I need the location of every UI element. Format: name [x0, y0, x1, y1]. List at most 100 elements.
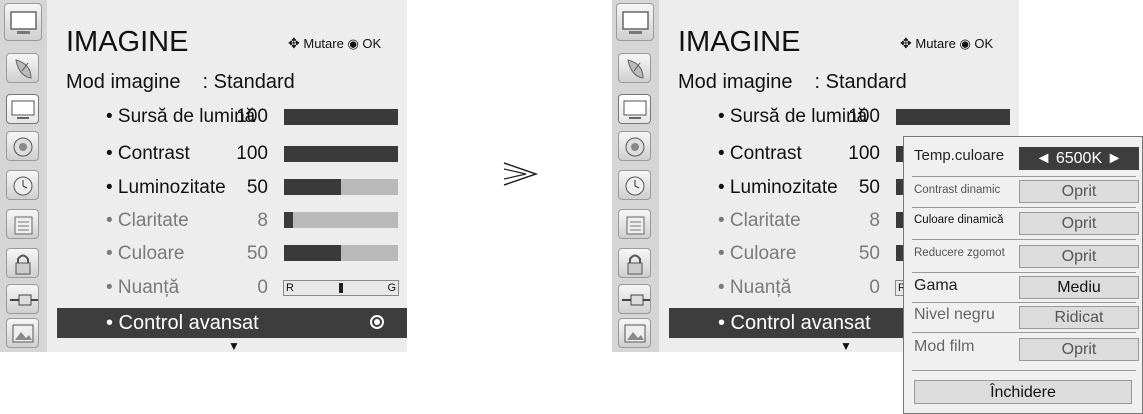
close-button[interactable]: Închidere: [914, 380, 1132, 404]
input-plug-icon[interactable]: [6, 284, 39, 314]
picture-icon[interactable]: [6, 94, 39, 124]
contrast-slider[interactable]: [284, 146, 398, 162]
clock-icon[interactable]: [618, 170, 651, 200]
sharpness-slider: [284, 212, 398, 228]
sharpness-value: 8: [257, 210, 268, 231]
advanced-control-label: • Control avansat: [718, 312, 871, 334]
tint-red-label: R: [286, 282, 294, 294]
dynamic-contrast-label: Contrast dinamic: [914, 184, 1001, 196]
menu-item-contrast[interactable]: • Contrast: [106, 143, 190, 165]
move-hint-label: Mutare: [915, 36, 956, 51]
dynamic-contrast-value[interactable]: Oprit: [1019, 180, 1139, 203]
menu-title: IMAGINE: [66, 26, 189, 58]
backlight-value: 100: [236, 106, 268, 127]
color-value: 50: [246, 243, 268, 264]
popup-divider: [912, 176, 1136, 177]
advanced-control-label: • Control avansat: [106, 312, 259, 334]
backlight-slider[interactable]: [896, 109, 1010, 125]
navigation-hint: ✥ Mutare ◉ OK: [900, 35, 993, 52]
popup-divider: [912, 370, 1136, 371]
picture-mode-value: : Standard: [814, 71, 907, 93]
popup-divider: [912, 207, 1136, 208]
lock-icon[interactable]: [6, 248, 39, 278]
menu-title: IMAGINE: [678, 26, 801, 58]
menu-item-tint: • Nuanță: [718, 277, 792, 298]
brightness-slider[interactable]: [284, 179, 398, 195]
noise-reduction-label: Reducere zgomot: [914, 247, 1005, 259]
backlight-slider-fill: [284, 109, 398, 125]
menu-item-color: • Culoare: [718, 243, 797, 264]
photo-icon[interactable]: [618, 318, 651, 348]
picture-icon[interactable]: [618, 94, 651, 124]
options-icon[interactable]: [6, 209, 39, 239]
picture-menu-before: IMAGINE ✥ Mutare ◉ OK Mod imagine : Stand…: [0, 0, 407, 353]
picture-mode-value: : Standard: [202, 71, 295, 93]
picture-mode-label: Mod imagine: [678, 71, 793, 93]
audio-icon[interactable]: [6, 131, 39, 161]
film-mode-label: Mod film: [914, 338, 975, 355]
brightness-value: 50: [246, 177, 268, 198]
gamma-value[interactable]: Mediu: [1019, 276, 1139, 299]
picture-mode-row[interactable]: Mod imagine : Standard: [678, 71, 907, 94]
contrast-slider-fill: [284, 146, 398, 162]
menu-item-tint: • Nuanță: [106, 277, 180, 298]
tint-value: 0: [869, 277, 880, 298]
dynamic-color-label: Culoare dinamică: [914, 214, 1004, 226]
brightness-slider-fill: [284, 179, 341, 195]
contrast-value: 100: [236, 143, 268, 164]
popup-divider: [912, 302, 1136, 303]
tint-slider: R G: [283, 280, 399, 296]
satellite-dish-icon[interactable]: [618, 53, 651, 83]
satellite-dish-icon[interactable]: [6, 53, 39, 83]
color-slider-fill: [284, 245, 341, 261]
backlight-value: 100: [848, 106, 880, 127]
tv-icon: [616, 3, 654, 41]
ok-hint-label: OK: [974, 36, 994, 51]
sharpness-slider-fill: [284, 212, 294, 228]
move-arrows-icon: ✥: [900, 35, 912, 51]
color-temperature-selector[interactable]: ◄ 6500K ►: [1019, 147, 1139, 170]
menu-item-sharpness: • Claritate: [718, 210, 801, 231]
photo-icon[interactable]: [6, 318, 39, 348]
dynamic-color-value[interactable]: Oprit: [1019, 212, 1139, 235]
brightness-value: 50: [858, 177, 880, 198]
popup-divider: [912, 332, 1136, 333]
black-level-label: Nivel negru: [914, 306, 995, 323]
backlight-slider[interactable]: [284, 109, 398, 125]
clock-icon[interactable]: [6, 170, 39, 200]
scroll-down-arrow-icon[interactable]: ▼: [228, 339, 240, 353]
advanced-control-popup: Temp.culoare ◄ 6500K ► Contrast dinamic …: [903, 136, 1143, 414]
category-sidebar: [612, 0, 659, 352]
menu-item-sharpness: • Claritate: [106, 210, 189, 231]
move-arrows-icon: ✥: [288, 35, 300, 51]
options-icon[interactable]: [618, 209, 651, 239]
move-hint-label: Mutare: [303, 36, 344, 51]
sharpness-value: 8: [869, 210, 880, 231]
ok-hint-label: OK: [362, 36, 382, 51]
category-sidebar: [0, 0, 47, 352]
black-level-value: Ridicat: [1019, 306, 1139, 329]
navigation-hint: ✥ Mutare ◉ OK: [288, 35, 381, 52]
color-temperature-label: Temp.culoare: [914, 147, 1005, 164]
menu-item-contrast[interactable]: • Contrast: [718, 143, 802, 165]
scroll-down-arrow-icon[interactable]: ▼: [840, 339, 852, 353]
lock-icon[interactable]: [618, 248, 651, 278]
tint-green-label: G: [387, 282, 396, 294]
tint-slider-marker: [339, 283, 343, 293]
transition-arrow-icon: [502, 160, 542, 190]
noise-reduction-value[interactable]: Oprit: [1019, 245, 1139, 268]
menu-item-advanced-control[interactable]: • Control avansat: [57, 308, 407, 338]
color-value: 50: [858, 243, 880, 264]
contrast-value: 100: [848, 143, 880, 164]
input-plug-icon[interactable]: [618, 284, 651, 314]
popup-divider: [912, 239, 1136, 240]
backlight-slider-fill: [896, 109, 1010, 125]
gamma-label: Gama: [914, 277, 958, 294]
tint-value: 0: [257, 277, 268, 298]
menu-item-color: • Culoare: [106, 243, 185, 264]
picture-mode-row[interactable]: Mod imagine : Standard: [66, 71, 295, 94]
audio-icon[interactable]: [618, 131, 651, 161]
ok-button-icon: ◉: [959, 36, 971, 51]
picture-mode-label: Mod imagine: [66, 71, 181, 93]
enter-radio-icon: [370, 315, 384, 329]
